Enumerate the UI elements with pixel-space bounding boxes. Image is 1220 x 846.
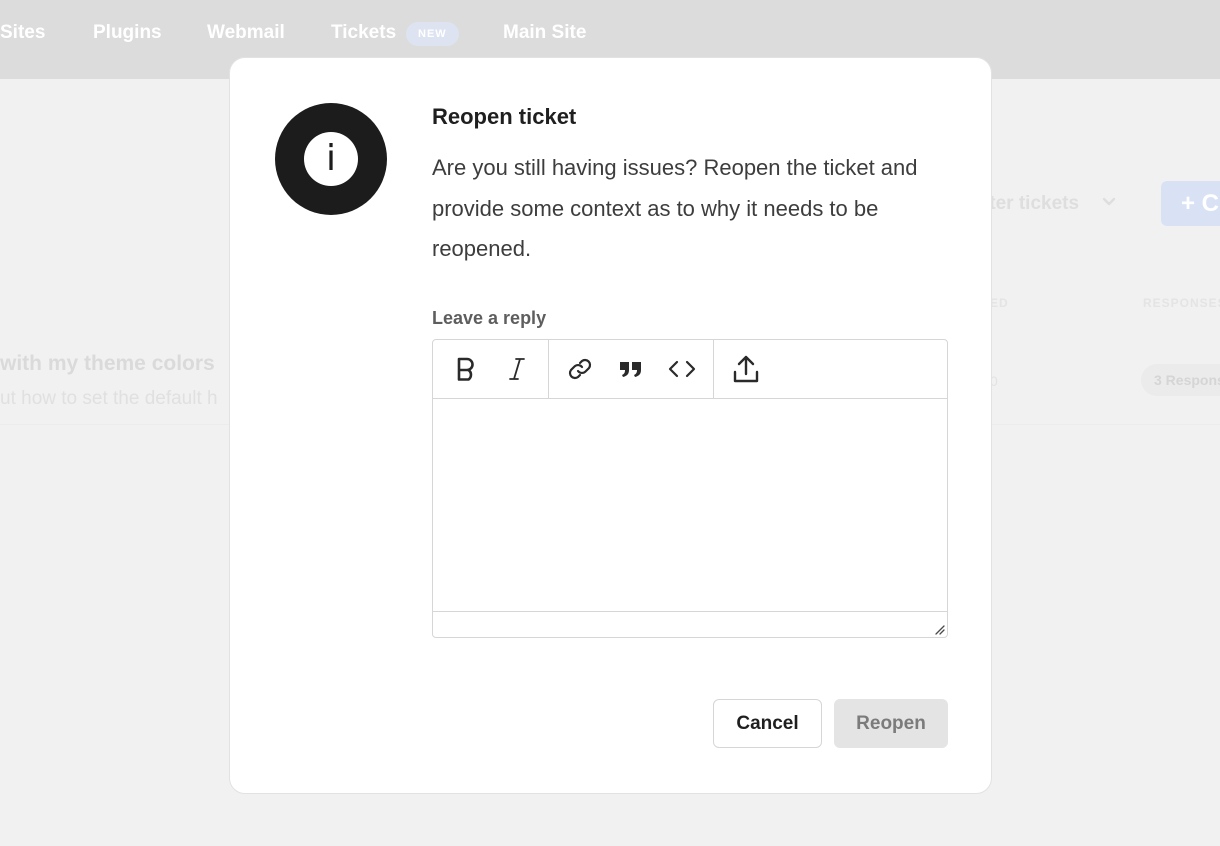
info-icon: i [275, 103, 387, 215]
dialog-description: Are you still having issues? Reopen the … [432, 155, 918, 261]
info-glyph: i [304, 132, 358, 186]
italic-button[interactable] [497, 350, 537, 388]
nav-item-main-site[interactable]: Main Site [503, 22, 586, 44]
new-badge: NEW [406, 22, 459, 46]
editor-status-bar [433, 611, 947, 637]
italic-icon [509, 358, 525, 380]
resize-handle-icon[interactable] [933, 623, 945, 635]
nav-item-plugins[interactable]: Plugins [93, 22, 162, 44]
code-button[interactable] [662, 350, 702, 388]
link-button[interactable] [560, 350, 600, 388]
reply-label: Leave a reply [432, 308, 547, 328]
quote-button[interactable] [611, 350, 651, 388]
filter-tickets-dropdown[interactable]: lter tickets [984, 193, 1079, 215]
create-ticket-button[interactable]: + C [1161, 181, 1220, 226]
column-header-responses: RESPONSES [1143, 296, 1220, 310]
toolbar-separator [713, 340, 714, 398]
upload-icon [733, 355, 759, 383]
nav-item-sites[interactable]: Sites [0, 22, 45, 44]
code-icon [668, 360, 696, 378]
chevron-down-icon [1102, 195, 1116, 214]
quote-icon [620, 362, 641, 377]
column-header-updated: ED [990, 296, 1009, 310]
ticket-subtitle: ut how to set the default h [0, 388, 218, 409]
link-icon [568, 358, 592, 380]
cancel-button[interactable]: Cancel [713, 699, 822, 748]
toolbar-separator [548, 340, 549, 398]
reply-textarea[interactable] [433, 399, 947, 611]
reopen-ticket-dialog: i Reopen ticket Are you still having iss… [229, 57, 992, 794]
ticket-title[interactable]: with my theme colors [0, 352, 215, 376]
responses-badge: 3 Responses [1141, 364, 1220, 396]
editor-toolbar [433, 340, 947, 399]
bold-icon [457, 357, 474, 381]
bold-button[interactable] [446, 350, 486, 388]
reply-editor [432, 339, 948, 638]
reopen-button[interactable]: Reopen [834, 699, 948, 748]
upload-button[interactable] [726, 350, 766, 388]
nav-item-webmail[interactable]: Webmail [207, 22, 285, 44]
dialog-title: Reopen ticket [432, 104, 577, 129]
nav-item-tickets[interactable]: Tickets [331, 22, 396, 44]
